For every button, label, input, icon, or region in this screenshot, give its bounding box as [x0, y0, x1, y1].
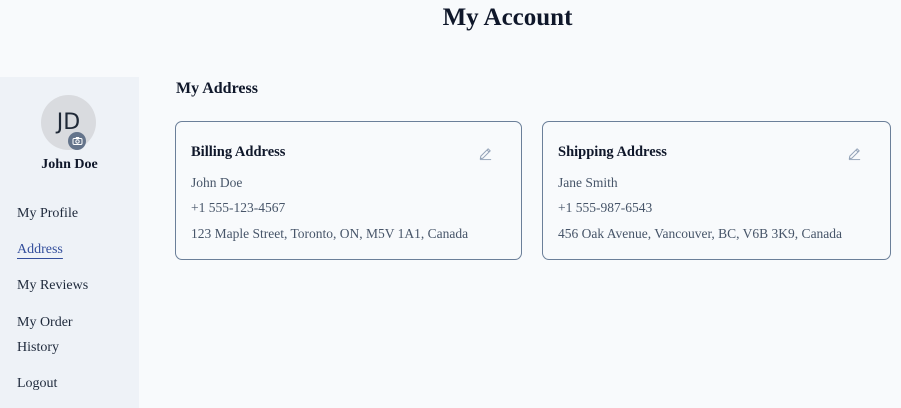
sidebar-item-my-reviews[interactable]: My Reviews — [17, 273, 88, 299]
card-phone: +1 555-123-4567 — [191, 200, 286, 215]
edit-icon[interactable] — [478, 146, 493, 161]
page-title: My Account — [442, 4, 573, 31]
card-phone: +1 555-987-6543 — [558, 200, 653, 215]
sidebar-item-my-order-history[interactable]: My Order — [17, 310, 73, 336]
user-name: John Doe — [41, 157, 98, 172]
edit-icon[interactable] — [847, 146, 862, 161]
card-title: Billing Address — [191, 144, 286, 160]
sidebar-item-my-profile[interactable]: My Profile — [17, 201, 78, 227]
sidebar-item-logout[interactable]: Logout — [17, 371, 57, 397]
sidebar: JD John Doe My Profile Address My Review… — [0, 77, 139, 408]
sidebar-item-my-order-history-line2[interactable]: History — [17, 335, 59, 361]
billing-address-card: Billing Address John Doe +1 555-123-4567… — [175, 121, 522, 260]
card-title: Shipping Address — [558, 144, 667, 160]
card-address: 456 Oak Avenue, Vancouver, BC, V6B 3K9, … — [558, 226, 843, 241]
sidebar-item-address[interactable]: Address — [17, 237, 63, 263]
section-title: My Address — [176, 80, 258, 97]
card-name: Jane Smith — [558, 175, 618, 190]
card-name: John Doe — [191, 175, 243, 190]
shipping-address-card: Shipping Address Jane Smith +1 555-987-6… — [542, 121, 891, 260]
card-address: 123 Maple Street, Toronto, ON, M5V 1A1, … — [191, 226, 469, 241]
camera-icon[interactable] — [68, 132, 86, 150]
camera-icon-graphic — [72, 137, 82, 145]
